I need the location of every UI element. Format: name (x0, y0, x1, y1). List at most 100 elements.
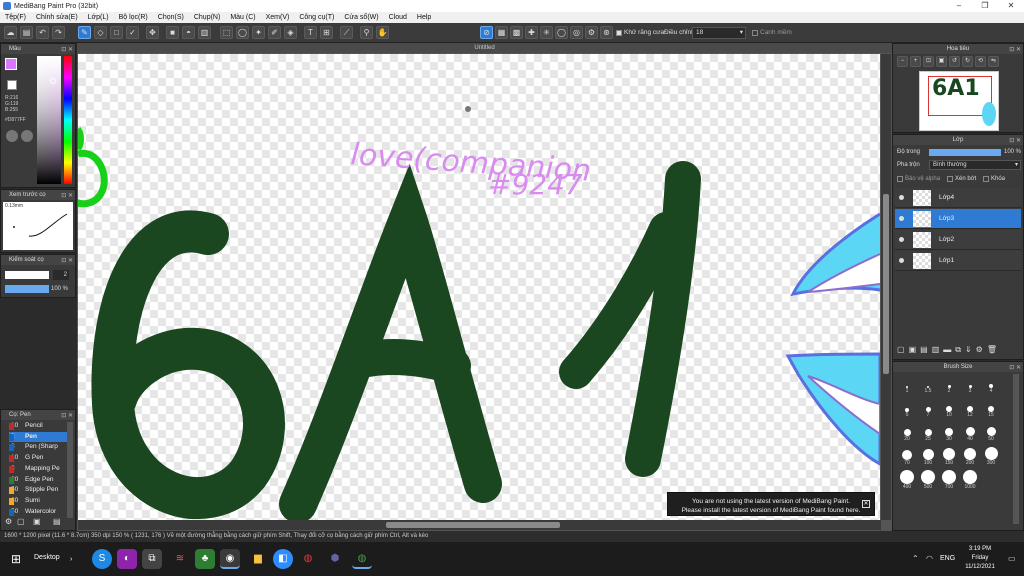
panel-menu-icon[interactable]: ⊡ ✕ (1009, 136, 1021, 146)
brush-size-slider[interactable] (5, 271, 49, 279)
brush-size-option[interactable]: 3 (960, 374, 980, 394)
brush-size-option[interactable]: 400 (897, 470, 917, 490)
snap-vanish-icon[interactable]: ⚙ (585, 26, 598, 39)
menu-layer[interactable]: Lớp(L) (83, 14, 114, 21)
brush-size-option[interactable]: 50 (981, 422, 1001, 442)
snap-grid-icon[interactable]: ▩ (510, 26, 523, 39)
delete-brush-icon[interactable]: ▤ (53, 518, 61, 526)
menu-file[interactable]: Tệp(F) (0, 14, 31, 21)
color-palette-icon[interactable] (21, 130, 33, 142)
vertical-scrollbar[interactable] (881, 54, 891, 520)
app-icon[interactable]: ◐ (117, 549, 137, 569)
hue-slider[interactable] (64, 56, 72, 184)
menu-view[interactable]: Xem(V) (261, 14, 295, 21)
transparent-color-swatch[interactable] (7, 80, 17, 90)
brush-size-option[interactable]: 100 (918, 446, 938, 466)
brush-size-option[interactable]: 2 (939, 374, 959, 394)
brush-size-option[interactable]: 4 (981, 374, 1001, 394)
skype-icon[interactable]: S (92, 549, 112, 569)
brush-size-option[interactable]: 40 (960, 422, 980, 442)
horizontal-scroll-thumb[interactable] (386, 522, 560, 528)
panel-menu-icon[interactable]: ⊡ ✕ (1009, 363, 1021, 373)
menu-window[interactable]: Cửa sổ(W) (339, 14, 383, 21)
navigator-thumbnail[interactable]: 6A1 (919, 71, 999, 131)
minimize-button[interactable]: – (946, 0, 972, 12)
new-1bit-layer-icon[interactable]: ▥ (932, 345, 940, 357)
layer-row[interactable]: Lớp4 (895, 188, 1021, 208)
vertical-scroll-thumb[interactable] (883, 194, 889, 374)
brush-size-option[interactable]: 70 (897, 446, 917, 466)
lasso-tool-icon[interactable]: ◯ (236, 26, 249, 39)
layer-row[interactable]: Lớp2 (895, 230, 1021, 250)
brush-size-option[interactable]: 1 (897, 374, 917, 394)
gradient-tool-icon[interactable]: ▥ (198, 26, 211, 39)
menu-edit[interactable]: Chỉnh sửa(E) (31, 14, 83, 21)
brush-item[interactable]: 10 G Pen (9, 453, 73, 464)
menu-cloud[interactable]: Cloud (384, 14, 412, 21)
brush-item[interactable]: 20 Edge Pen (9, 475, 73, 486)
clock[interactable]: 3:19 PM Friday 11/12/2021 (960, 545, 1000, 572)
flip-icon[interactable]: ⇋ (988, 56, 999, 67)
zoom-tool-icon[interactable]: ⚲ (360, 26, 373, 39)
divide-tool-icon[interactable]: ⊞ (320, 26, 333, 39)
panel-menu-icon[interactable]: ⊡ ✕ (61, 45, 73, 55)
brush-item[interactable]: 30 Sumi (9, 496, 73, 507)
saturation-box[interactable] (37, 56, 61, 184)
brush-size-option[interactable]: 15 (981, 398, 1001, 418)
menu-snap[interactable]: Chụp(N) (189, 14, 225, 21)
zoom-app-icon[interactable]: ◧ (273, 549, 293, 569)
visibility-eye-icon[interactable] (899, 237, 904, 242)
new-8bit-layer-icon[interactable]: ▤ (920, 345, 928, 357)
snap-cross-icon[interactable]: ✚ (525, 26, 538, 39)
chevron-right-icon[interactable]: › (70, 556, 72, 563)
menu-select[interactable]: Chọn(S) (153, 14, 189, 21)
cloud-icon[interactable]: ☁ (4, 26, 17, 39)
document-tab[interactable]: Untitled (77, 43, 892, 53)
delete-layer-icon[interactable]: 🗑 (987, 345, 997, 357)
menu-tools[interactable]: Công cụ(T) (294, 14, 339, 21)
layer-settings-icon[interactable]: ⚙ (976, 345, 983, 357)
text-tool-icon[interactable]: T (304, 26, 317, 39)
brush-opacity-slider[interactable] (5, 285, 49, 293)
zoom-out-icon[interactable]: − (897, 56, 908, 67)
brush-size-option[interactable]: 7 (918, 398, 938, 418)
update-notice[interactable]: You are not using the latest version of … (667, 492, 875, 516)
select-eraser-icon[interactable]: ◈ (284, 26, 297, 39)
brush-size-option[interactable]: 300 (981, 446, 1001, 466)
snap-settings-icon[interactable]: ⊛ (600, 26, 613, 39)
lock-checkbox[interactable] (983, 176, 989, 182)
bucket-tool-icon[interactable]: ◓ (182, 26, 195, 39)
brush-options-icon[interactable]: ▣ (33, 518, 41, 526)
snap-curve-icon[interactable]: ◎ (570, 26, 583, 39)
actual-size-icon[interactable]: ▣ (936, 56, 947, 67)
brush-size-option[interactable]: 500 (918, 470, 938, 490)
eyedropper-icon[interactable]: ⟋ (340, 26, 353, 39)
brush-size-option[interactable]: 20 (897, 422, 917, 442)
panel-menu-icon[interactable]: ⊡ ✕ (61, 191, 73, 201)
reset-rotate-icon[interactable]: ⟲ (975, 56, 986, 67)
antialias-checkbox[interactable] (616, 30, 622, 36)
rectangle-tool-icon[interactable]: □ (110, 26, 123, 39)
wifi-app-icon[interactable]: ≋ (170, 549, 190, 569)
snap-radial-icon[interactable]: ✳ (540, 26, 553, 39)
game-icon[interactable]: ♣ (195, 549, 215, 569)
soft-edge-checkbox[interactable] (752, 30, 758, 36)
eraser-tool-icon[interactable]: ◇ (94, 26, 107, 39)
panel-menu-icon[interactable]: ⊡ ✕ (1009, 45, 1021, 55)
brush-item[interactable]: 50 Watercolor (9, 507, 73, 518)
visibility-eye-icon[interactable] (899, 195, 904, 200)
check-icon[interactable]: ✓ (126, 26, 139, 39)
layer-opacity-slider[interactable] (929, 149, 1001, 156)
visibility-eye-icon[interactable] (899, 258, 904, 263)
brush-size-option[interactable]: 10 (939, 398, 959, 418)
brush-size-option[interactable]: 30 (939, 422, 959, 442)
primary-color-swatch[interactable] (5, 58, 17, 70)
brush-item[interactable]: 2Pen (9, 431, 73, 443)
brush-size-option[interactable]: 25 (918, 422, 938, 442)
visibility-eye-icon[interactable] (899, 216, 904, 221)
snap-circle-icon[interactable]: ◯ (555, 26, 568, 39)
brush-list-scrollbar[interactable] (67, 422, 73, 518)
brush-size-scrollbar[interactable] (1013, 374, 1019, 524)
layer-row[interactable]: Lớp3 (895, 209, 1021, 229)
notification-icon[interactable]: ▭ (1008, 554, 1016, 563)
